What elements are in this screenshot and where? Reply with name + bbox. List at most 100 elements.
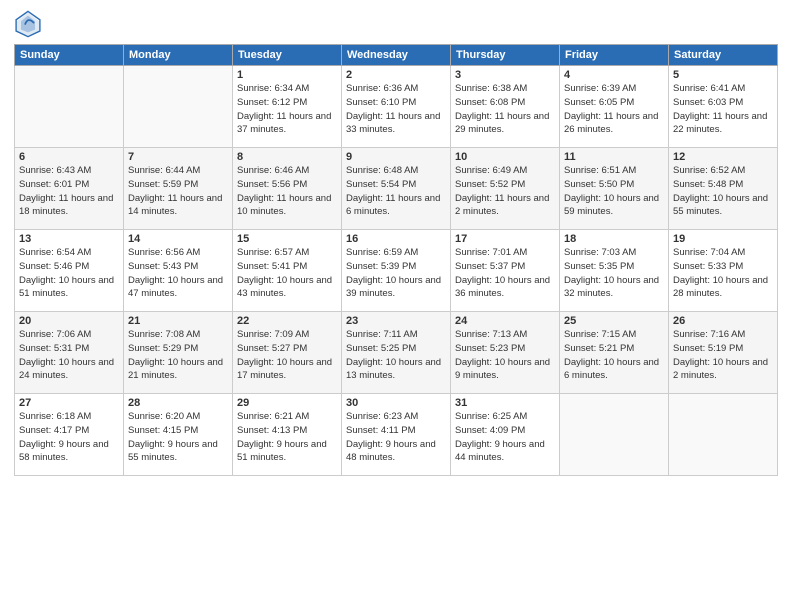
sunset-text: Sunset: 5:50 PM bbox=[564, 179, 634, 190]
day-info: Sunrise: 6:44 AMSunset: 5:59 PMDaylight:… bbox=[128, 164, 228, 219]
calendar-cell: 14 Sunrise: 6:56 AM Sunset: 5:43 PM Dayligh… bbox=[124, 230, 233, 312]
sunset-text: Sunset: 5:35 PM bbox=[564, 261, 634, 272]
day-number: 11 bbox=[564, 151, 664, 163]
calendar-cell: 16Sunrise: 6:59 AMSunset: 5:39 PMDayligh… bbox=[342, 230, 451, 312]
daylight-text: Daylight: 11 hours and 10 minutes. bbox=[237, 193, 331, 218]
daylight-text: Daylight: 11 hours and 37 minutes. bbox=[237, 111, 331, 136]
day-info: Sunrise: 6:43 AMSunset: 6:01 PMDaylight:… bbox=[19, 164, 119, 219]
calendar-week-2: 6Sunrise: 6:43 AMSunset: 6:01 PMDaylight… bbox=[15, 148, 778, 230]
sunset-text: Sunset: 5:37 PM bbox=[455, 261, 525, 272]
day-number: 4 bbox=[564, 69, 664, 81]
sunrise-text: Sunrise: 6:48 AM bbox=[346, 165, 418, 176]
calendar-cell: 30Sunrise: 6:23 AMSunset: 4:11 PMDayligh… bbox=[342, 394, 451, 476]
sunrise-text: Sunrise: 6:56 AM bbox=[128, 247, 200, 258]
daylight-text: Daylight: 10 hours and 55 minutes. bbox=[673, 193, 768, 218]
calendar-cell bbox=[124, 66, 233, 148]
col-header-wednesday: Wednesday bbox=[342, 45, 451, 66]
calendar-cell: 6Sunrise: 6:43 AMSunset: 6:01 PMDaylight… bbox=[15, 148, 124, 230]
sunset-text: Sunset: 5:52 PM bbox=[455, 179, 525, 190]
sunrise-text: Sunrise: 6:43 AM bbox=[19, 165, 91, 176]
day-number: 24 bbox=[455, 315, 555, 327]
calendar-cell bbox=[669, 394, 778, 476]
daylight-text: Daylight: 10 hours and 47 minutes. bbox=[128, 275, 223, 300]
day-number: 22 bbox=[237, 315, 337, 327]
logo bbox=[14, 10, 46, 38]
calendar-week-1: 1Sunrise: 6:34 AMSunset: 6:12 PMDaylight… bbox=[15, 66, 778, 148]
calendar-cell: 31Sunrise: 6:25 AMSunset: 4:09 PMDayligh… bbox=[451, 394, 560, 476]
calendar-cell: 13Sunrise: 6:54 AMSunset: 5:46 PMDayligh… bbox=[15, 230, 124, 312]
day-number: 30 bbox=[346, 397, 446, 409]
sunrise-text: Sunrise: 7:15 AM bbox=[564, 329, 636, 340]
calendar-cell: 18Sunrise: 7:03 AMSunset: 5:35 PMDayligh… bbox=[560, 230, 669, 312]
day-number: 7 bbox=[128, 151, 228, 163]
sunset-text: Sunset: 5:39 PM bbox=[346, 261, 416, 272]
calendar-cell: 8Sunrise: 6:46 AMSunset: 5:56 PMDaylight… bbox=[233, 148, 342, 230]
day-info: Sunrise: 6:23 AMSunset: 4:11 PMDaylight:… bbox=[346, 410, 446, 465]
calendar-header-row: SundayMondayTuesdayWednesdayThursdayFrid… bbox=[15, 45, 778, 66]
sunset-text: Sunset: 5:59 PM bbox=[128, 179, 198, 190]
day-number: 12 bbox=[673, 151, 773, 163]
calendar-cell: 25Sunrise: 7:15 AMSunset: 5:21 PMDayligh… bbox=[560, 312, 669, 394]
day-number: 17 bbox=[455, 233, 555, 245]
day-info: Sunrise: 7:04 AMSunset: 5:33 PMDaylight:… bbox=[673, 246, 773, 301]
day-number: 14 bbox=[128, 233, 228, 245]
calendar-week-4: 20Sunrise: 7:06 AMSunset: 5:31 PMDayligh… bbox=[15, 312, 778, 394]
calendar-cell: 28Sunrise: 6:20 AMSunset: 4:15 PMDayligh… bbox=[124, 394, 233, 476]
day-number: 29 bbox=[237, 397, 337, 409]
sunset-text: Sunset: 6:10 PM bbox=[346, 97, 416, 108]
sunset-text: Sunset: 5:29 PM bbox=[128, 343, 198, 354]
day-info: Sunrise: 6:25 AMSunset: 4:09 PMDaylight:… bbox=[455, 410, 555, 465]
col-header-friday: Friday bbox=[560, 45, 669, 66]
day-info: Sunrise: 6:46 AMSunset: 5:56 PMDaylight:… bbox=[237, 164, 337, 219]
day-info: Sunrise: 7:06 AMSunset: 5:31 PMDaylight:… bbox=[19, 328, 119, 383]
col-header-sunday: Sunday bbox=[15, 45, 124, 66]
sunrise-text: Sunrise: 6:54 AM bbox=[19, 247, 91, 258]
daylight-text: Daylight: 10 hours and 2 minutes. bbox=[673, 357, 768, 382]
calendar-cell: 22Sunrise: 7:09 AMSunset: 5:27 PMDayligh… bbox=[233, 312, 342, 394]
day-info: Sunrise: 7:11 AMSunset: 5:25 PMDaylight:… bbox=[346, 328, 446, 383]
sunset-text: Sunset: 6:05 PM bbox=[564, 97, 634, 108]
day-number: 15 bbox=[237, 233, 337, 245]
sunset-text: Sunset: 5:31 PM bbox=[19, 343, 89, 354]
sunrise-text: Sunrise: 6:57 AM bbox=[237, 247, 309, 258]
sunset-text: Sunset: 5:46 PM bbox=[19, 261, 89, 272]
sunset-text: Sunset: 5:48 PM bbox=[673, 179, 743, 190]
daylight-text: Daylight: 9 hours and 51 minutes. bbox=[237, 439, 327, 464]
day-info: Sunrise: 6:59 AMSunset: 5:39 PMDaylight:… bbox=[346, 246, 446, 301]
day-info: Sunrise: 7:08 AMSunset: 5:29 PMDaylight:… bbox=[128, 328, 228, 383]
day-number: 9 bbox=[346, 151, 446, 163]
sunrise-text: Sunrise: 6:18 AM bbox=[19, 411, 91, 422]
calendar-cell: 19Sunrise: 7:04 AMSunset: 5:33 PMDayligh… bbox=[669, 230, 778, 312]
day-number: 3 bbox=[455, 69, 555, 81]
day-info: Sunrise: 6:57 AMSunset: 5:41 PMDaylight:… bbox=[237, 246, 337, 301]
day-number: 5 bbox=[673, 69, 773, 81]
calendar-cell: 12Sunrise: 6:52 AMSunset: 5:48 PMDayligh… bbox=[669, 148, 778, 230]
sunrise-text: Sunrise: 6:23 AM bbox=[346, 411, 418, 422]
sunrise-text: Sunrise: 7:04 AM bbox=[673, 247, 745, 258]
daylight-text: Daylight: 10 hours and 17 minutes. bbox=[237, 357, 332, 382]
calendar-cell bbox=[15, 66, 124, 148]
day-info: Sunrise: 6:54 AMSunset: 5:46 PMDaylight:… bbox=[19, 246, 119, 301]
sunset-text: Sunset: 5:33 PM bbox=[673, 261, 743, 272]
day-info: Sunrise: 7:09 AMSunset: 5:27 PMDaylight:… bbox=[237, 328, 337, 383]
sunrise-text: Sunrise: 7:13 AM bbox=[455, 329, 527, 340]
sunrise-text: Sunrise: 7:06 AM bbox=[19, 329, 91, 340]
daylight-text: Daylight: 10 hours and 6 minutes. bbox=[564, 357, 659, 382]
calendar-week-5: 27Sunrise: 6:18 AMSunset: 4:17 PMDayligh… bbox=[15, 394, 778, 476]
calendar-cell: 7Sunrise: 6:44 AMSunset: 5:59 PMDaylight… bbox=[124, 148, 233, 230]
day-info: Sunrise: 6:18 AMSunset: 4:17 PMDaylight:… bbox=[19, 410, 119, 465]
sunrise-text: Sunrise: 6:20 AM bbox=[128, 411, 200, 422]
daylight-text: Daylight: 11 hours and 22 minutes. bbox=[673, 111, 767, 136]
sunset-text: Sunset: 4:13 PM bbox=[237, 425, 307, 436]
sunset-text: Sunset: 5:43 PM bbox=[128, 261, 198, 272]
calendar-cell: 27Sunrise: 6:18 AMSunset: 4:17 PMDayligh… bbox=[15, 394, 124, 476]
sunrise-text: Sunrise: 6:38 AM bbox=[455, 83, 527, 94]
day-info: Sunrise: 7:13 AMSunset: 5:23 PMDaylight:… bbox=[455, 328, 555, 383]
daylight-text: Daylight: 11 hours and 6 minutes. bbox=[346, 193, 440, 218]
calendar-cell: 2Sunrise: 6:36 AMSunset: 6:10 PMDaylight… bbox=[342, 66, 451, 148]
daylight-text: Daylight: 10 hours and 13 minutes. bbox=[346, 357, 441, 382]
day-number: 23 bbox=[346, 315, 446, 327]
sunrise-text: Sunrise: 6:51 AM bbox=[564, 165, 636, 176]
calendar-table: SundayMondayTuesdayWednesdayThursdayFrid… bbox=[14, 44, 778, 476]
day-number: 31 bbox=[455, 397, 555, 409]
